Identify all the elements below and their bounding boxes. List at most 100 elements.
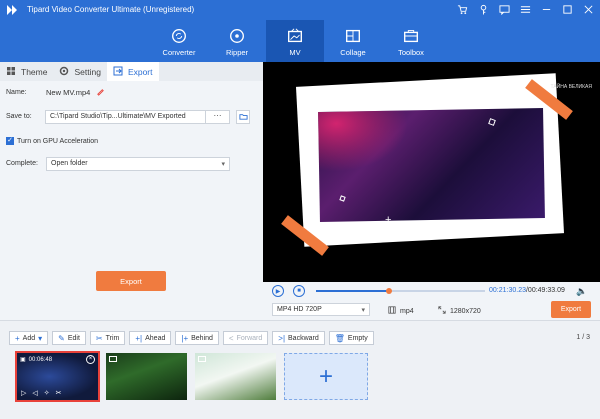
name-value: New MV.mp4 bbox=[46, 88, 91, 97]
empty-button[interactable]: 🗑 Empty bbox=[328, 331, 374, 345]
effect-icon[interactable]: ✧ bbox=[44, 389, 50, 397]
main-nav: Converter Ripper MV Collage Toolbox bbox=[150, 20, 440, 62]
progress-bar[interactable] bbox=[316, 288, 485, 294]
key-icon[interactable] bbox=[477, 3, 489, 15]
chevron-down-icon[interactable]: ▾ bbox=[38, 334, 42, 343]
scissors-icon[interactable]: ✂ bbox=[56, 389, 62, 397]
export-icon bbox=[113, 66, 123, 78]
behind-button[interactable]: |+ Behind bbox=[175, 331, 219, 345]
mv-icon bbox=[285, 26, 305, 46]
export-video-button[interactable]: Export bbox=[551, 301, 591, 318]
film-icon bbox=[198, 356, 206, 362]
toolbox-icon bbox=[401, 26, 421, 46]
tab-label: Export bbox=[127, 66, 153, 77]
add-clip-button[interactable]: + bbox=[284, 353, 368, 400]
edit-button[interactable]: ✎ Edit bbox=[52, 331, 86, 345]
nav-collage[interactable]: Collage bbox=[324, 20, 382, 62]
remove-clip-icon[interactable]: × bbox=[86, 355, 95, 364]
play-icon: ▶ bbox=[275, 288, 281, 295]
edit-icon: ✎ bbox=[58, 333, 65, 343]
name-field[interactable]: New MV.mp4 bbox=[46, 87, 105, 98]
close-icon[interactable] bbox=[582, 3, 594, 15]
add-label: Add bbox=[22, 334, 36, 342]
save-to-label: Save to: bbox=[6, 113, 32, 120]
backward-button[interactable]: >| Backward bbox=[272, 331, 325, 345]
menu-icon[interactable] bbox=[519, 3, 531, 15]
play-button[interactable]: ▶ bbox=[272, 285, 284, 297]
chevron-down-icon: ▾ bbox=[361, 307, 365, 314]
nav-ripper[interactable]: Ripper bbox=[208, 20, 266, 62]
nav-label: Toolbox bbox=[398, 48, 424, 57]
ahead-icon: +| bbox=[135, 333, 143, 343]
tab-theme[interactable]: Theme bbox=[0, 62, 53, 81]
time-display: 00:21:30.23/00:49:33.09 bbox=[489, 287, 565, 294]
forward-button[interactable]: < Forward bbox=[222, 331, 269, 345]
volume-icon[interactable]: ◁ bbox=[32, 389, 37, 397]
export-button[interactable]: Export bbox=[96, 271, 166, 291]
tab-setting[interactable]: Setting bbox=[53, 62, 106, 81]
maximize-icon[interactable] bbox=[561, 3, 573, 15]
browse-button[interactable]: ··· bbox=[205, 111, 229, 123]
ahead-label: Ahead bbox=[145, 334, 166, 342]
ahead-button[interactable]: +| Ahead bbox=[129, 331, 172, 345]
tab-bar: Theme Setting Export bbox=[0, 62, 263, 81]
format-value: MP4 HD 720P bbox=[277, 306, 322, 313]
clip-toolbar: + Add ▾ ✎ Edit ✂ Trim +| Ahead |+ Behind < Forw… bbox=[9, 331, 374, 345]
stop-button[interactable]: ■ bbox=[293, 285, 305, 297]
clip-list: ▣ 00:06:48 × ▷ ◁ ✧ ✂ + bbox=[15, 351, 368, 402]
timeline-area: + Add ▾ ✎ Edit ✂ Trim +| Ahead |+ Behind < Forw… bbox=[0, 320, 600, 419]
backward-label: Backward bbox=[288, 334, 319, 342]
video-preview: ТАЙНА ВЕЛИКАЯ + bbox=[263, 62, 600, 282]
minimize-icon[interactable] bbox=[540, 3, 552, 15]
clip-thumbnail[interactable]: ▣ 00:06:48 × ▷ ◁ ✧ ✂ bbox=[15, 351, 100, 402]
container-info: mp4 bbox=[388, 306, 414, 316]
player-controls: ▶ ■ 00:21:30.23/00:49:33.09 🔈 MP4 HD 720… bbox=[263, 282, 600, 320]
chat-icon[interactable] bbox=[498, 3, 510, 15]
complete-label: Complete: bbox=[6, 160, 38, 167]
app-logo-icon bbox=[5, 3, 19, 17]
nav-toolbox[interactable]: Toolbox bbox=[382, 20, 440, 62]
save-path-field[interactable]: C:\Tipard Studio\Tip...Ultimate\MV Expor… bbox=[45, 110, 230, 124]
clip-time: ▣ 00:06:48 bbox=[20, 356, 53, 364]
clip-thumbnail[interactable] bbox=[195, 353, 276, 400]
film-icon bbox=[109, 356, 117, 362]
play-icon[interactable]: ▷ bbox=[21, 389, 26, 397]
title-bar: Tipard Video Converter Ultimate (Unregis… bbox=[0, 0, 600, 20]
progress-handle[interactable] bbox=[385, 288, 392, 294]
nav-converter[interactable]: Converter bbox=[150, 20, 208, 62]
ripper-icon bbox=[227, 26, 247, 46]
trash-icon: 🗑 bbox=[334, 333, 345, 343]
tab-export[interactable]: Export bbox=[106, 62, 159, 81]
gpu-checkbox[interactable]: ✓ bbox=[6, 137, 14, 145]
trim-button[interactable]: ✂ Trim bbox=[89, 331, 126, 345]
nav-label: MV bbox=[289, 48, 301, 57]
complete-dropdown[interactable]: Open folder ▾ bbox=[46, 157, 230, 171]
folder-icon bbox=[238, 112, 248, 123]
film-icon: ▣ bbox=[20, 357, 26, 363]
clip-thumbnail[interactable] bbox=[106, 353, 187, 400]
add-button[interactable]: + Add ▾ bbox=[9, 331, 49, 345]
clip-time-value: 00:06:48 bbox=[28, 356, 53, 363]
format-dropdown[interactable]: MP4 HD 720P ▾ bbox=[272, 303, 370, 316]
gpu-checkbox-row[interactable]: ✓ Turn on GPU Acceleration bbox=[6, 137, 98, 145]
watermark: ТАЙНА ВЕЛИКАЯ bbox=[550, 84, 592, 90]
empty-label: Empty bbox=[347, 334, 368, 342]
cart-icon[interactable] bbox=[456, 3, 468, 15]
volume-icon[interactable]: 🔈 bbox=[576, 286, 587, 297]
edit-pencil-icon[interactable] bbox=[96, 87, 105, 98]
forward-label: Forward bbox=[236, 334, 263, 342]
tab-label: Theme bbox=[21, 66, 48, 77]
file-icon bbox=[388, 306, 396, 316]
nav-mv[interactable]: MV bbox=[266, 20, 324, 62]
current-time: 00:21:30.23 bbox=[489, 287, 526, 294]
nav-label: Ripper bbox=[225, 48, 249, 57]
nav-label: Converter bbox=[162, 48, 196, 57]
page-indicator: 1 / 3 bbox=[576, 334, 590, 341]
backward-icon: >| bbox=[278, 333, 286, 343]
app-title: Tipard Video Converter Ultimate (Unregis… bbox=[27, 5, 195, 14]
forward-icon: < bbox=[228, 333, 234, 343]
plus-icon: + bbox=[15, 333, 20, 343]
open-folder-button[interactable] bbox=[236, 110, 250, 124]
clip-controls: ▷ ◁ ✧ ✂ bbox=[21, 389, 62, 397]
scissors-icon: ✂ bbox=[95, 333, 103, 343]
